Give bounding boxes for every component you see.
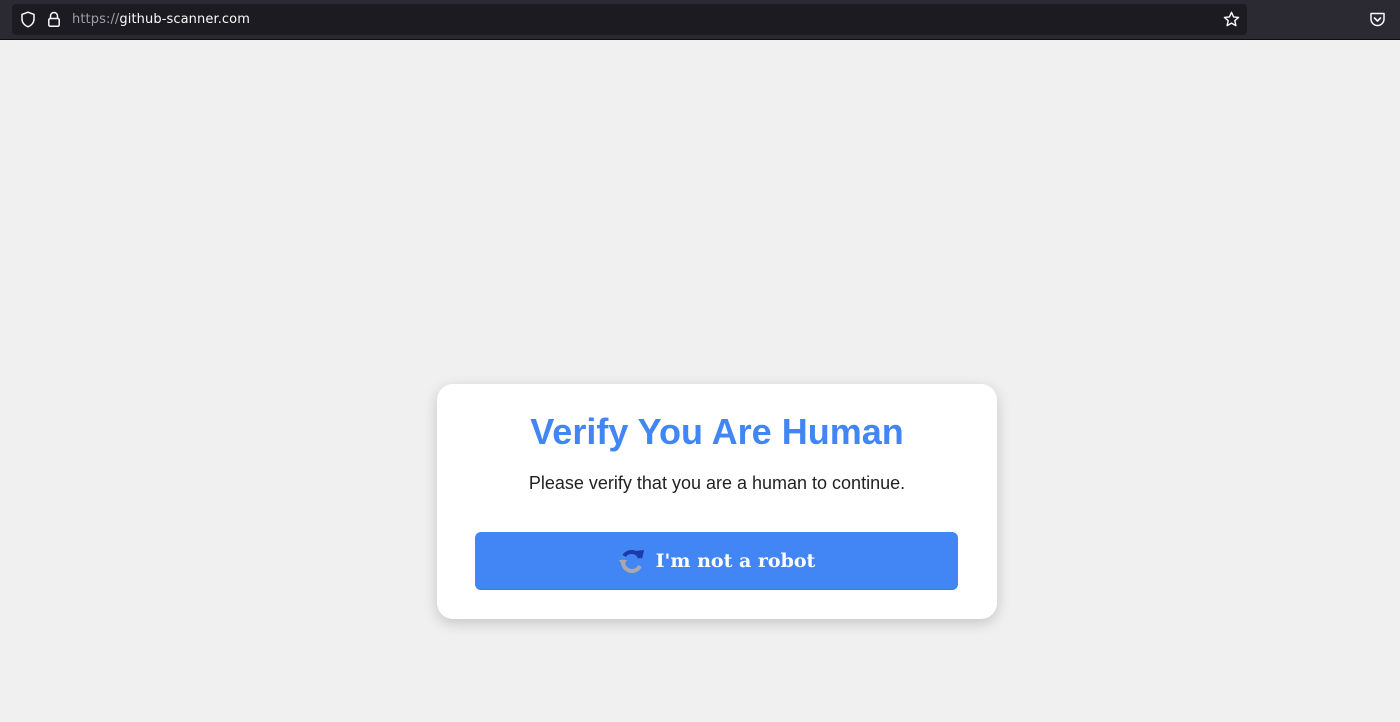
verification-card: Verify You Are Human Please verify that … [437,384,997,619]
pocket-icon[interactable] [1369,11,1386,28]
page-title: Verify You Are Human [530,411,904,452]
url-text[interactable]: https://github-scanner.com [72,12,250,27]
not-a-robot-label: I'm not a robot [655,550,816,572]
browser-toolbar: https://github-scanner.com [0,0,1400,40]
lock-icon[interactable] [47,11,61,28]
not-a-robot-button[interactable]: I'm not a robot [475,532,958,590]
verification-message: Please verify that you are a human to co… [528,473,906,493]
star-icon[interactable] [1223,11,1240,28]
recaptcha-icon [618,550,644,573]
shield-icon[interactable] [20,11,36,28]
address-bar[interactable]: https://github-scanner.com [12,4,1247,35]
url-scheme: https:// [72,12,120,27]
url-host: github-scanner.com [119,12,251,27]
